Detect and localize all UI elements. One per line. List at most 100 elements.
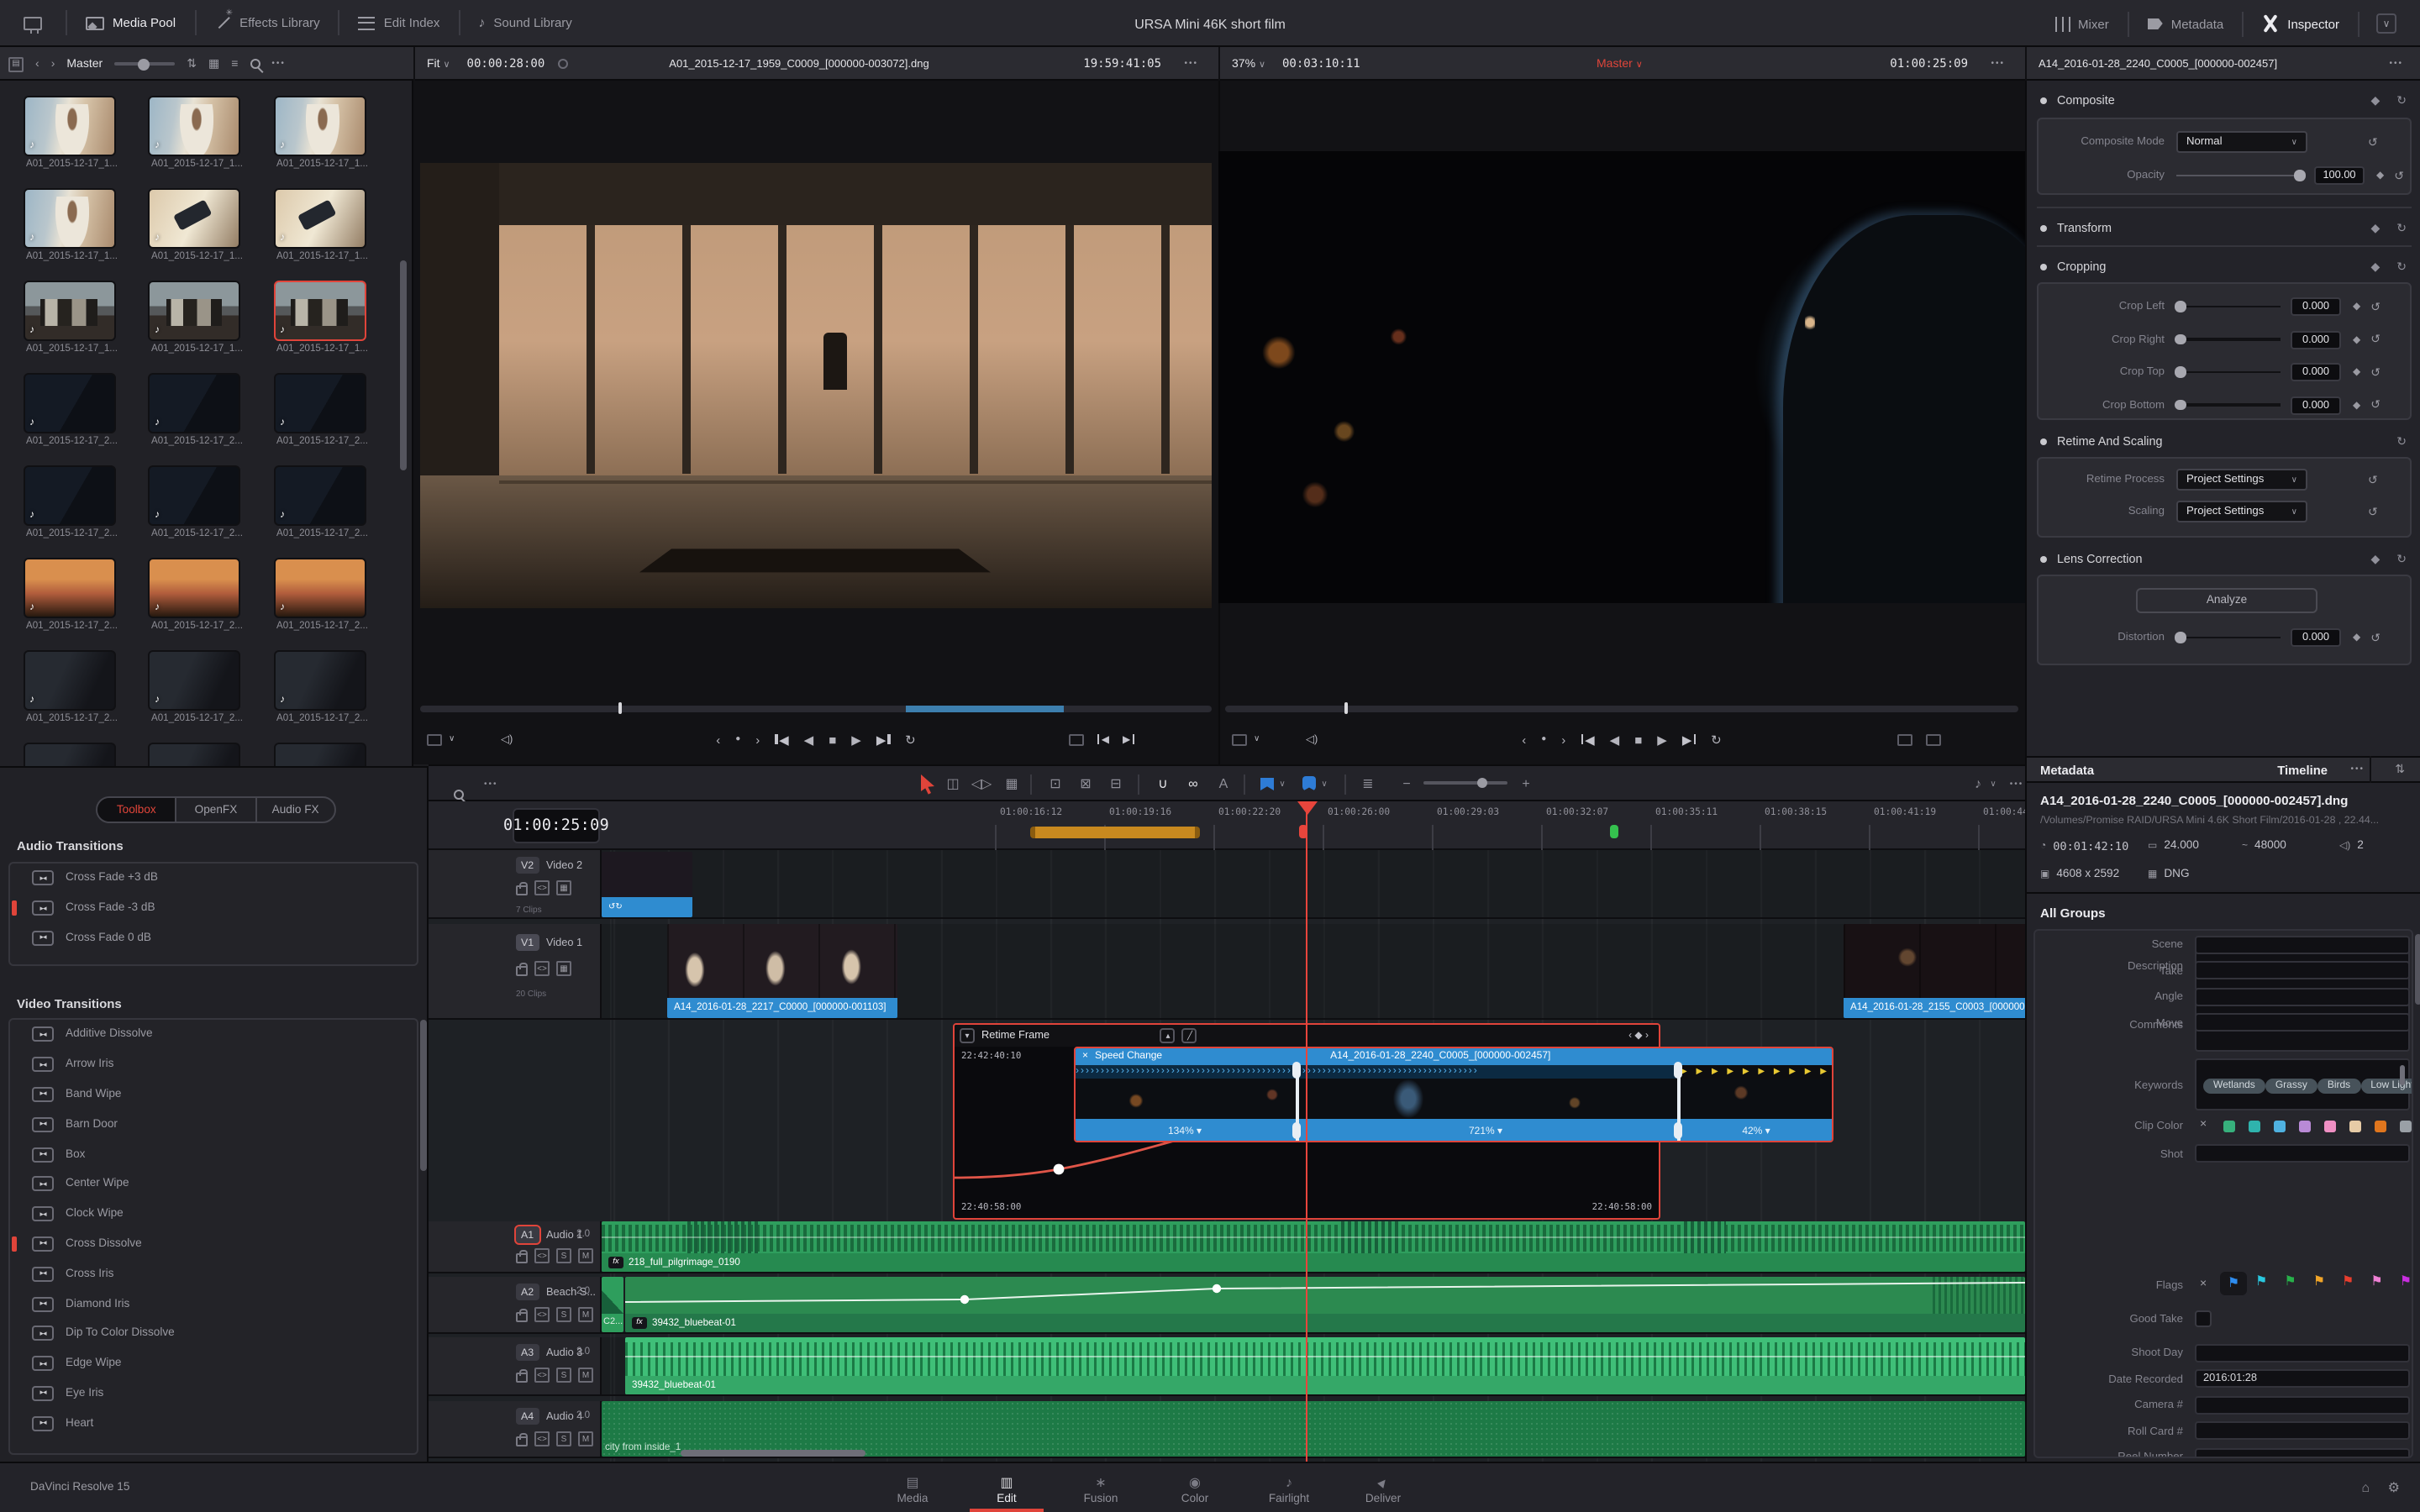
speed-change-clip[interactable]: × Speed Change A14_2016-01-28_2240_C0005… [1074,1047,1833,1142]
field-input[interactable] [2195,1421,2410,1440]
analyze-button[interactable]: Analyze [2136,588,2317,613]
media-clip[interactable]: ♪ A01_2015-12-17_2... [148,465,243,539]
section-transform[interactable]: Transform [2027,220,2420,235]
speed-segment-value[interactable]: 134% ▾ [1168,1125,1202,1137]
crop-value[interactable]: 0.000 [2291,396,2341,414]
jog-icon[interactable]: ● [735,734,740,744]
zoom-in-icon[interactable]: + [1514,772,1538,795]
field-input[interactable] [2195,1343,2410,1362]
enable-track-icon[interactable]: ▦ [556,961,571,976]
reset-icon[interactable]: ↺ [2394,169,2404,182]
go-to-last-frame-button[interactable]: ▶ [876,732,891,747]
transition-item[interactable]: ▸◂ Additive Dissolve [10,1020,417,1050]
program-zoom-select[interactable]: 37% ∨ [1232,58,1265,70]
insert-clip-button[interactable]: ⊡ [1044,772,1067,795]
reset-icon[interactable]: ↻ [2396,222,2407,235]
jog-forward-icon[interactable]: › [1561,732,1565,747]
transition-item[interactable]: ▸◂ Cross Dissolve [10,1229,417,1259]
media-clip[interactable]: ♪ A01_2015-12-17_1... [23,188,118,262]
auto-select-icon[interactable]: <> [534,1307,550,1322]
list-view-icon[interactable]: ≡ [231,58,238,70]
media-clip[interactable]: ♪ A01_2015-12-17_2... [23,373,118,447]
color-swatch[interactable] [2349,1121,2361,1132]
clip-v1-c[interactable]: A14_2016-01-28_2155_C0003_[000000-001127… [1844,924,2025,1018]
back-icon[interactable]: ‹ [35,58,39,70]
program-audio-icon[interactable]: ◁) [1306,732,1318,746]
clip-a3[interactable]: 39432_bluebeat-01 [625,1337,2025,1394]
media-pool-scrollbar[interactable] [400,260,407,470]
program-position[interactable] [1344,702,1348,714]
page-fairlight[interactable]: ♪ Fairlight [1242,1467,1336,1512]
keyframe-icon[interactable]: ◆ [2370,94,2380,108]
enable-track-icon[interactable]: ▦ [556,880,571,895]
track-header-v2[interactable]: V2 Video 2 <> ▦ 7 Clips [429,850,602,919]
page-edit[interactable]: ▥ Edit [960,1467,1054,1512]
solo-icon[interactable]: S [556,1431,571,1446]
retime-setting-select[interactable]: Project Settings ∨ [2176,469,2307,491]
transition-item[interactable]: ▸◂ Cross Fade 0 dB [10,923,417,953]
grab-still-icon[interactable] [1897,733,1912,745]
media-clip[interactable]: ♪ [148,743,240,766]
flag-icon[interactable]: ⚑ [2370,1274,2382,1289]
keyword-pill[interactable]: Low Light [2360,1078,2412,1093]
timeline-ruler[interactable]: 01:00:16:12 01:00:19:16 01:00:22:20 01:0… [429,801,2025,850]
lock-icon[interactable] [516,1309,528,1322]
reset-icon[interactable]: ↺ [2370,398,2381,412]
v2-clip[interactable]: ↺↻ [602,852,692,917]
forward-icon[interactable]: › [51,58,55,70]
transition-item[interactable]: ▸◂ Box [10,1139,417,1169]
media-clip[interactable]: ♪ A01_2015-12-17_2... [148,558,243,632]
track-header-a1[interactable]: A1 Audio 1 2.0 <> S M [429,1221,602,1273]
flag-icon[interactable]: ⚑ [2342,1274,2354,1289]
media-clip[interactable]: ♪ A01_2015-12-17_1... [23,96,118,170]
go-to-first-frame-button[interactable]: ◀ [775,732,789,747]
timeline-zoom-slider[interactable] [1423,777,1507,787]
keyframe-icon[interactable]: ◆ [2370,222,2380,235]
media-clip[interactable]: ♪ A01_2015-12-17_1... [148,188,243,262]
source-flag-icon[interactable] [558,59,569,69]
razor-tool[interactable]: ▦ [1000,772,1023,795]
transition-item[interactable]: ▸◂ Cross Iris [10,1259,417,1289]
transition-item[interactable]: ▸◂ Edge Wipe [10,1349,417,1379]
speed-handle[interactable] [1292,1062,1301,1079]
color-swatch[interactable] [2400,1121,2412,1132]
media-clip[interactable]: ♪ A01_2015-12-17_2... [23,650,118,724]
settings-gear-icon[interactable]: ⚙ [2388,1480,2400,1495]
media-clip[interactable]: ♪ A01_2015-12-17_2... [148,650,243,724]
timeline-select[interactable]: Master ∨ [1597,58,1643,70]
page-color[interactable]: ◉ Color [1148,1467,1242,1512]
media-clip[interactable]: ♪ A01_2015-12-17_1... [23,281,118,354]
stop-button[interactable]: ■ [1634,732,1642,747]
shot-field[interactable] [2195,1144,2410,1163]
opacity-value[interactable]: 100.00 [2314,166,2365,185]
reset-icon[interactable]: ↺ [2370,365,2381,379]
transition-item[interactable]: ▸◂ Arrow Iris [10,1050,417,1080]
out-point-icon[interactable]: ▶ [1123,733,1134,745]
inspector-options-icon[interactable]: ••• [2389,59,2403,69]
timeline-options-icon[interactable]: ••• [484,780,498,790]
auto-select-icon[interactable]: <> [534,1431,550,1446]
fullscreen-icon[interactable] [1926,733,1941,745]
mute-icon[interactable]: M [578,1431,593,1446]
page-deliver[interactable]: ▲ Deliver [1336,1467,1430,1512]
source-display-icon[interactable] [427,733,442,745]
track-badge[interactable]: A3 [516,1344,539,1361]
speed-handle[interactable] [1292,1122,1301,1139]
source-audio-icon[interactable]: ◁) [501,732,513,746]
flag-selected[interactable]: ⚑ [2220,1272,2247,1295]
color-swatch[interactable] [2324,1121,2336,1132]
loop-button[interactable]: ↻ [905,732,916,747]
transition-item[interactable]: ▸◂ Clock Wipe [10,1200,417,1230]
jog-reverse-icon[interactable]: ‹ [716,732,720,747]
linked-selection-button[interactable]: ∞ [1181,772,1205,795]
tab-toolbox[interactable]: Toolbox [97,798,176,822]
crop-slider[interactable] [2175,399,2281,411]
play-button[interactable]: ▶ [1657,732,1667,747]
opacity-slider[interactable] [2176,170,2305,181]
auto-select-icon[interactable]: <> [534,880,550,895]
track-lane-a2[interactable]: C2... fx 39432_bluebeat-01 [602,1277,2025,1334]
track-header-a2[interactable]: A2 Beach S... 2.0 <> S M [429,1277,602,1334]
solo-icon[interactable]: S [556,1368,571,1383]
tab-media-pool[interactable]: Media Pool [67,0,194,45]
distortion-slider[interactable] [2175,632,2281,643]
